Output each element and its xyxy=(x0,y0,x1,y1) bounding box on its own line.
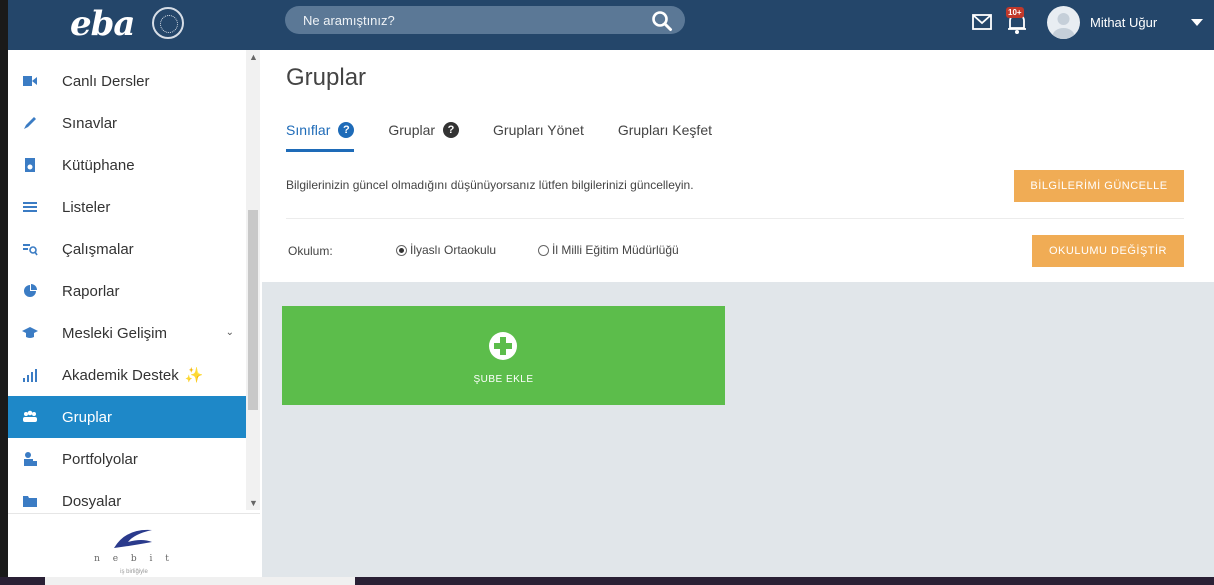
tab-siniflar[interactable]: Sınıflar ? xyxy=(286,116,355,152)
sidebar-item-canli-dersler[interactable]: Canlı Dersler xyxy=(8,60,246,102)
user-name[interactable]: Mithat Uğur xyxy=(1090,15,1157,30)
radio-label: İlyaslı Ortaokulu xyxy=(410,243,497,257)
sidebar-item-listeler[interactable]: Listeler xyxy=(8,186,246,228)
search-icon[interactable] xyxy=(651,10,673,32)
sidebar-item-mesleki-gelisim[interactable]: Mesleki Gelişim ⌄ xyxy=(8,312,246,354)
tab-label: Grupları Keşfet xyxy=(617,122,712,138)
sidebar-edge xyxy=(0,50,8,585)
tab-gruplari-yonet[interactable]: Grupları Yönet xyxy=(493,116,584,144)
school-radio-ilyasli[interactable]: İlyaslı Ortaokulu xyxy=(396,243,496,257)
radio-label: İl Milli Eğitim Müdürlüğü xyxy=(552,243,679,257)
sparkle-icon: ✨ xyxy=(184,367,204,384)
sidebar-item-label: Listeler xyxy=(62,198,111,216)
school-radio-milli-egitim[interactable]: İl Milli Eğitim Müdürlüğü xyxy=(538,243,679,257)
sidebar-item-kutuphane[interactable]: Kütüphane xyxy=(8,144,246,186)
sidebar-item-raporlar[interactable]: Raporlar xyxy=(8,270,246,312)
sidebar-item-label: Kütüphane xyxy=(62,156,135,174)
notification-badge: 10+ xyxy=(1006,7,1024,18)
tab-bar: Sınıflar ? Gruplar ? Grupları Yönet Grup… xyxy=(286,116,746,152)
scroll-up-icon[interactable]: ▲ xyxy=(249,52,258,62)
sidebar-item-label: Mesleki Gelişim xyxy=(62,324,168,342)
add-branch-label: ŞUBE EKLE xyxy=(473,374,534,385)
pencil-icon xyxy=(24,117,36,129)
user-avatar-icon xyxy=(1052,13,1075,39)
scroll-down-icon[interactable]: ▼ xyxy=(249,498,258,508)
mail-icon[interactable] xyxy=(972,14,992,30)
bar-chart-icon xyxy=(23,369,37,382)
search-bar[interactable] xyxy=(285,6,685,34)
divider xyxy=(286,218,1184,219)
school-label: Okulum: xyxy=(288,244,333,258)
library-icon xyxy=(25,158,35,172)
avatar[interactable] xyxy=(1047,6,1080,39)
chevron-down-icon[interactable]: ⌄ xyxy=(226,327,234,338)
sidebar-item-label: Canlı Dersler xyxy=(62,72,150,90)
help-icon[interactable]: ? xyxy=(443,122,460,138)
info-text: Bilgilerinizin güncel olmadığını düşünüy… xyxy=(286,178,694,192)
taskbar-strip xyxy=(0,577,1214,585)
list-icon xyxy=(23,202,37,212)
study-icon xyxy=(23,244,38,256)
sidebar-item-label: Raporlar xyxy=(62,282,120,300)
footer-brand: n e b i t xyxy=(94,554,174,564)
scrollbar-thumb[interactable] xyxy=(248,210,258,410)
graduation-cap-icon xyxy=(22,327,38,338)
sidebar-item-label: Gruplar xyxy=(62,408,113,426)
help-icon[interactable]: ? xyxy=(338,122,355,138)
sidebar-item-akademik-destek[interactable]: Akademik Destek ✨ xyxy=(8,354,246,396)
page-title: Gruplar xyxy=(286,64,367,91)
pie-chart-icon xyxy=(24,284,37,297)
folder-icon xyxy=(23,496,37,507)
video-icon xyxy=(23,76,37,86)
tab-label: Sınıflar xyxy=(286,122,331,138)
sidebar: Canlı Dersler Sınavlar Kütüphane Listele… xyxy=(0,50,262,585)
tab-label: Grupları Yönet xyxy=(493,122,584,138)
footer-subtitle: iş birliğiyle xyxy=(120,569,148,575)
sidebar-item-sinavlar[interactable]: Sınavlar xyxy=(8,102,246,144)
sidebar-item-label: Sınavlar xyxy=(62,114,118,132)
groups-panel: Gruplar Sınıflar ? Gruplar ? Grupları Yö… xyxy=(262,50,1214,282)
sidebar-footer: n e b i t iş birliğiyle xyxy=(8,513,260,585)
radio-empty-icon[interactable] xyxy=(538,244,549,256)
search-input[interactable] xyxy=(303,6,623,34)
sidebar-scrollbar[interactable]: ▲ ▼ xyxy=(246,50,260,510)
tab-gruplar[interactable]: Gruplar ? xyxy=(388,116,460,144)
sidebar-item-label: Çalışmalar xyxy=(62,240,134,258)
topbar-edge xyxy=(0,0,8,50)
sidebar-item-label: Dosyalar xyxy=(62,492,122,510)
tab-gruplari-kesfet[interactable]: Grupları Keşfet xyxy=(618,116,712,144)
sidebar-menu: Canlı Dersler Sınavlar Kütüphane Listele… xyxy=(8,60,246,522)
ministry-seal-icon xyxy=(152,7,184,39)
nebit-logo-icon xyxy=(114,529,152,548)
plus-circle-icon xyxy=(489,332,517,360)
sidebar-item-label: Portfolyolar xyxy=(62,450,138,468)
change-school-button[interactable]: OKULUMU DEĞİŞTİR xyxy=(1032,235,1184,267)
tab-label: Gruplar xyxy=(388,122,436,138)
portfolio-icon xyxy=(24,452,37,466)
taskbar-segment xyxy=(45,577,355,585)
add-branch-card[interactable]: ŞUBE EKLE xyxy=(282,306,725,405)
top-bar: eba 10+ Mithat Uğur xyxy=(0,0,1214,50)
sidebar-item-calismalar[interactable]: Çalışmalar xyxy=(8,228,246,270)
sidebar-item-portfolyolar[interactable]: Portfolyolar xyxy=(8,438,246,480)
main-content: Gruplar Sınıflar ? Gruplar ? Grupları Yö… xyxy=(262,50,1214,585)
users-icon xyxy=(23,410,37,422)
sidebar-item-gruplar[interactable]: Gruplar xyxy=(8,396,246,438)
update-info-button[interactable]: BİLGİLERİMİ GÜNCELLE xyxy=(1014,170,1184,202)
caret-down-icon[interactable] xyxy=(1191,19,1203,26)
sidebar-item-label: Akademik Destek xyxy=(62,366,179,384)
eba-logo[interactable]: eba xyxy=(70,4,135,44)
radio-selected-icon[interactable] xyxy=(396,244,407,256)
